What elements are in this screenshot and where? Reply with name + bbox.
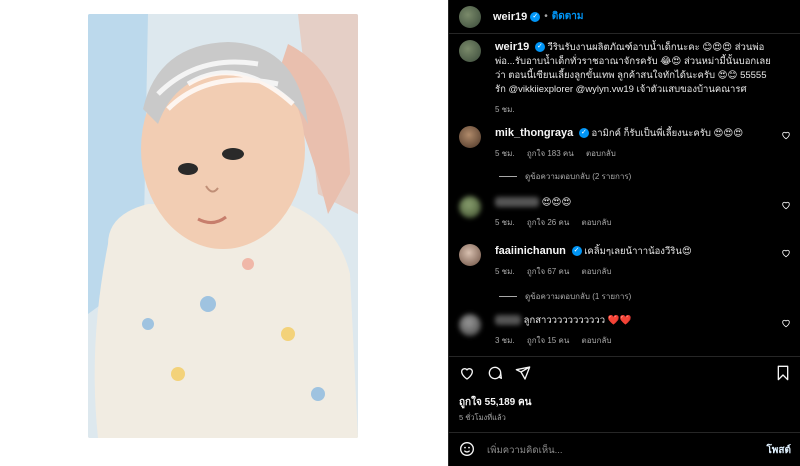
photo-pane — [0, 0, 448, 466]
comment-likes[interactable]: ถูกใจ 26 คน — [527, 218, 569, 227]
add-comment-bar: โพสต์ — [449, 432, 800, 466]
comment-time: 5 ชม. — [495, 267, 515, 276]
author-avatar[interactable] — [459, 40, 481, 62]
caption-username[interactable]: weir19 — [495, 41, 529, 53]
bookmark-icon[interactable] — [775, 365, 791, 381]
comment-text: เคลิ้มๆเลยน้าาาน้องวีริน😍 — [584, 246, 692, 257]
comment-meta: 3 ชม. ถูกใจ 15 คน ตอบกลับ — [495, 334, 775, 348]
comment-time: 5 ชม. — [495, 149, 515, 158]
comment-likes[interactable]: ถูกใจ 67 คน — [527, 267, 569, 276]
comment-username-blurred[interactable] — [495, 315, 521, 326]
comment-username[interactable]: mik_thongraya — [495, 127, 573, 139]
comment-like-heart-icon[interactable] — [781, 248, 791, 258]
comment-like-heart-icon[interactable] — [781, 200, 791, 210]
emoji-icon[interactable] — [459, 441, 475, 457]
heart-icon[interactable] — [459, 365, 475, 381]
post-photo[interactable] — [88, 14, 358, 438]
commenter-avatar[interactable] — [459, 314, 481, 336]
likes-count[interactable]: ถูกใจ 55,189 คน — [459, 395, 532, 410]
comment-likes[interactable]: ถูกใจ 183 คน — [527, 149, 574, 158]
reply-button[interactable]: ตอบกลับ — [582, 218, 612, 227]
author-avatar[interactable] — [459, 5, 481, 28]
reply-button[interactable]: ตอบกลับ — [582, 336, 612, 345]
view-replies-button[interactable]: ดูข้อความตอบกลับ (2 รายการ) — [499, 170, 631, 183]
add-comment-input[interactable] — [487, 442, 727, 458]
reply-button[interactable]: ตอบกลับ — [582, 267, 612, 276]
author-username[interactable]: weir19 — [493, 11, 527, 23]
separator-dot: • — [544, 11, 548, 22]
post-comment-button[interactable]: โพสต์ — [766, 443, 791, 458]
verified-badge-icon: ✓ — [530, 11, 541, 22]
comment-meta: 5 ชม. ถูกใจ 67 คน ตอบกลับ — [495, 265, 775, 279]
follow-button[interactable]: ติดตาม — [552, 9, 584, 24]
comment-like-heart-icon[interactable] — [781, 130, 791, 140]
comment-username[interactable]: faaiinichanun — [495, 245, 566, 257]
verified-badge-icon: ✓ — [578, 128, 589, 139]
comment-icon[interactable] — [487, 365, 503, 381]
post-header: weir19 ✓ • ติดตาม — [449, 0, 800, 34]
verified-badge-icon: ✓ — [571, 246, 582, 257]
comment-likes[interactable]: ถูกใจ 15 คน — [527, 336, 569, 345]
comment-username-blurred[interactable] — [495, 197, 539, 208]
comment-text: ลูกสาววววววววววว ❤️❤️ — [523, 315, 632, 326]
commenter-avatar[interactable] — [459, 244, 481, 266]
comment-meta: 5 ชม. ถูกใจ 26 คน ตอบกลับ — [495, 216, 775, 230]
caption-time: 5 ชม. — [495, 105, 515, 114]
commenter-avatar[interactable] — [459, 126, 481, 148]
commenter-avatar[interactable] — [459, 196, 481, 218]
comment-meta: 5 ชม. ถูกใจ 183 คน ตอบกลับ — [495, 147, 775, 161]
reply-button[interactable]: ตอบกลับ — [586, 149, 616, 158]
comment-time: 3 ชม. — [495, 336, 515, 345]
comment-like-heart-icon[interactable] — [781, 318, 791, 328]
comment-time: 5 ชม. — [495, 218, 515, 227]
comment-text: 😍😍😍 — [541, 197, 572, 208]
post-side-panel: weir19 ✓ • ติดตาม weir19 ✓ วีรินรับงานผล… — [448, 0, 800, 466]
view-replies-button[interactable]: ดูข้อความตอบกลับ (1 รายการ) — [499, 290, 631, 303]
caption-meta: 5 ชม. — [495, 103, 775, 117]
share-icon[interactable] — [515, 365, 531, 381]
comments-list[interactable]: weir19 ✓ วีรินรับงานผลิตภัณฑ์อาบน้ำเด็กน… — [449, 34, 800, 356]
post-modal: weir19 ✓ • ติดตาม weir19 ✓ วีรินรับงานผล… — [0, 0, 800, 466]
verified-badge-icon: ✓ — [534, 42, 545, 53]
posted-time: 5 ชั่วโมงที่แล้ว — [459, 413, 506, 422]
comment-text: อามิกค์ ก็รับเป็นพี่เลี้ยงนะครับ 😍😍😍 — [591, 128, 744, 139]
baby-photo-illustration — [88, 14, 358, 438]
